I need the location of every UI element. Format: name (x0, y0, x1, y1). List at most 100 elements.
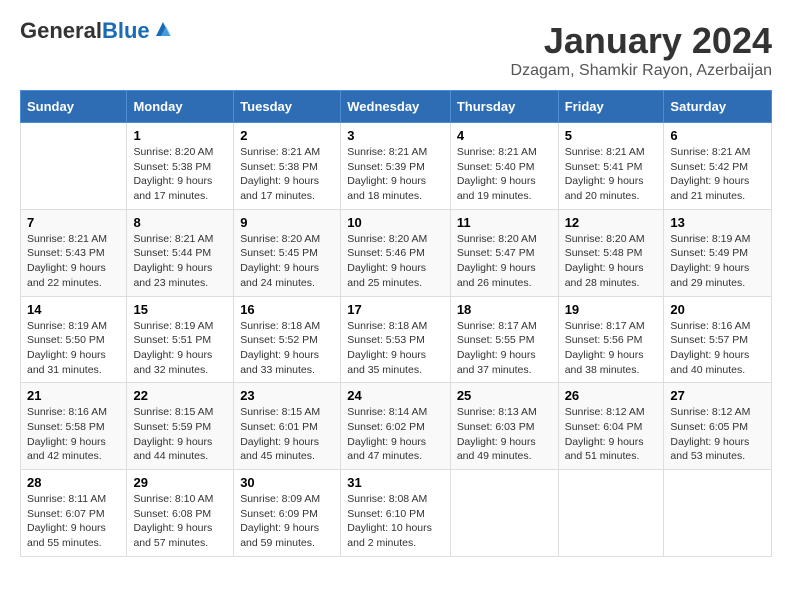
day-info: Sunrise: 8:17 AM Sunset: 5:55 PM Dayligh… (457, 319, 552, 378)
day-info: Sunrise: 8:19 AM Sunset: 5:49 PM Dayligh… (670, 232, 765, 291)
day-info: Sunrise: 8:20 AM Sunset: 5:45 PM Dayligh… (240, 232, 334, 291)
logo: GeneralBlue (20, 20, 174, 42)
weekday-header-thursday: Thursday (450, 91, 558, 123)
day-number: 24 (347, 388, 444, 403)
weekday-header-wednesday: Wednesday (341, 91, 451, 123)
calendar-cell: 13 Sunrise: 8:19 AM Sunset: 5:49 PM Dayli… (664, 209, 772, 296)
day-number: 8 (133, 215, 227, 230)
calendar-cell: 19Sunrise: 8:17 AM Sunset: 5:56 PM Dayli… (558, 296, 664, 383)
day-info: Sunrise: 8:15 AM Sunset: 6:01 PM Dayligh… (240, 405, 334, 464)
calendar-cell: 11Sunrise: 8:20 AM Sunset: 5:47 PM Dayli… (450, 209, 558, 296)
calendar-cell (21, 123, 127, 210)
weekday-header-tuesday: Tuesday (234, 91, 341, 123)
day-info: Sunrise: 8:09 AM Sunset: 6:09 PM Dayligh… (240, 492, 334, 551)
day-number: 23 (240, 388, 334, 403)
calendar-cell: 31 Sunrise: 8:08 AM Sunset: 6:10 PM Dayli… (341, 470, 451, 557)
day-number: 1 (133, 128, 227, 143)
day-number: 20 (670, 302, 765, 317)
day-number: 16 (240, 302, 334, 317)
day-number: 27 (670, 388, 765, 403)
calendar-cell: 1 Sunrise: 8:20 AM Sunset: 5:38 PM Daylig… (127, 123, 234, 210)
day-number: 4 (457, 128, 552, 143)
day-info: Sunrise: 8:21 AM Sunset: 5:39 PM Dayligh… (347, 145, 444, 204)
day-number: 12 (565, 215, 658, 230)
calendar-cell: 15Sunrise: 8:19 AM Sunset: 5:51 PM Dayli… (127, 296, 234, 383)
calendar-cell: 29 Sunrise: 8:10 AM Sunset: 6:08 PM Dayli… (127, 470, 234, 557)
day-number: 26 (565, 388, 658, 403)
day-info: Sunrise: 8:18 AM Sunset: 5:53 PM Dayligh… (347, 319, 444, 378)
day-info: Sunrise: 8:21 AM Sunset: 5:43 PM Dayligh… (27, 232, 120, 291)
calendar-cell: 2 Sunrise: 8:21 AM Sunset: 5:38 PM Daylig… (234, 123, 341, 210)
calendar-cell: 9Sunrise: 8:20 AM Sunset: 5:45 PM Daylig… (234, 209, 341, 296)
day-number: 28 (27, 475, 120, 490)
day-number: 10 (347, 215, 444, 230)
day-number: 14 (27, 302, 120, 317)
subtitle: Dzagam, Shamkir Rayon, Azerbaijan (511, 62, 772, 80)
day-info: Sunrise: 8:14 AM Sunset: 6:02 PM Dayligh… (347, 405, 444, 464)
day-info: Sunrise: 8:21 AM Sunset: 5:41 PM Dayligh… (565, 145, 658, 204)
day-info: Sunrise: 8:15 AM Sunset: 5:59 PM Dayligh… (133, 405, 227, 464)
calendar-cell: 24 Sunrise: 8:14 AM Sunset: 6:02 PM Dayli… (341, 383, 451, 470)
day-info: Sunrise: 8:10 AM Sunset: 6:08 PM Dayligh… (133, 492, 227, 551)
calendar-cell: 14 Sunrise: 8:19 AM Sunset: 5:50 PM Dayli… (21, 296, 127, 383)
day-info: Sunrise: 8:21 AM Sunset: 5:44 PM Dayligh… (133, 232, 227, 291)
main-title: January 2024 (511, 20, 772, 62)
day-info: Sunrise: 8:20 AM Sunset: 5:47 PM Dayligh… (457, 232, 552, 291)
calendar-cell (450, 470, 558, 557)
day-number: 31 (347, 475, 444, 490)
calendar-cell: 17Sunrise: 8:18 AM Sunset: 5:53 PM Dayli… (341, 296, 451, 383)
day-info: Sunrise: 8:16 AM Sunset: 5:57 PM Dayligh… (670, 319, 765, 378)
calendar-cell: 16 Sunrise: 8:18 AM Sunset: 5:52 PM Dayli… (234, 296, 341, 383)
calendar-cell: 30 Sunrise: 8:09 AM Sunset: 6:09 PM Dayli… (234, 470, 341, 557)
day-number: 7 (27, 215, 120, 230)
day-number: 2 (240, 128, 334, 143)
day-number: 5 (565, 128, 658, 143)
day-number: 19 (565, 302, 658, 317)
logo-blue: Blue (102, 18, 150, 43)
weekday-header-monday: Monday (127, 91, 234, 123)
calendar-cell: 28 Sunrise: 8:11 AM Sunset: 6:07 PM Dayli… (21, 470, 127, 557)
day-number: 6 (670, 128, 765, 143)
day-info: Sunrise: 8:18 AM Sunset: 5:52 PM Dayligh… (240, 319, 334, 378)
calendar-cell: 25 Sunrise: 8:13 AM Sunset: 6:03 PM Dayli… (450, 383, 558, 470)
weekday-header-sunday: Sunday (21, 91, 127, 123)
calendar-cell: 8 Sunrise: 8:21 AM Sunset: 5:44 PM Daylig… (127, 209, 234, 296)
logo-text: GeneralBlue (20, 20, 150, 42)
day-info: Sunrise: 8:12 AM Sunset: 6:05 PM Dayligh… (670, 405, 765, 464)
day-number: 21 (27, 388, 120, 403)
calendar-cell: 3 Sunrise: 8:21 AM Sunset: 5:39 PM Daylig… (341, 123, 451, 210)
day-info: Sunrise: 8:08 AM Sunset: 6:10 PM Dayligh… (347, 492, 444, 551)
day-number: 29 (133, 475, 227, 490)
weekday-header-friday: Friday (558, 91, 664, 123)
calendar-cell: 6Sunrise: 8:21 AM Sunset: 5:42 PM Daylig… (664, 123, 772, 210)
calendar-cell: 7 Sunrise: 8:21 AM Sunset: 5:43 PM Daylig… (21, 209, 127, 296)
calendar-cell: 26 Sunrise: 8:12 AM Sunset: 6:04 PM Dayli… (558, 383, 664, 470)
day-number: 30 (240, 475, 334, 490)
calendar-cell: 4Sunrise: 8:21 AM Sunset: 5:40 PM Daylig… (450, 123, 558, 210)
day-info: Sunrise: 8:19 AM Sunset: 5:51 PM Dayligh… (133, 319, 227, 378)
calendar-cell: 22Sunrise: 8:15 AM Sunset: 5:59 PM Dayli… (127, 383, 234, 470)
calendar-cell: 23 Sunrise: 8:15 AM Sunset: 6:01 PM Dayli… (234, 383, 341, 470)
day-info: Sunrise: 8:13 AM Sunset: 6:03 PM Dayligh… (457, 405, 552, 464)
day-info: Sunrise: 8:19 AM Sunset: 5:50 PM Dayligh… (27, 319, 120, 378)
day-number: 13 (670, 215, 765, 230)
day-info: Sunrise: 8:11 AM Sunset: 6:07 PM Dayligh… (27, 492, 120, 551)
day-info: Sunrise: 8:12 AM Sunset: 6:04 PM Dayligh… (565, 405, 658, 464)
logo-general: General (20, 18, 102, 43)
day-info: Sunrise: 8:20 AM Sunset: 5:38 PM Dayligh… (133, 145, 227, 204)
calendar-cell: 27 Sunrise: 8:12 AM Sunset: 6:05 PM Dayli… (664, 383, 772, 470)
calendar-week-row: 7 Sunrise: 8:21 AM Sunset: 5:43 PM Daylig… (21, 209, 772, 296)
calendar-cell: 5 Sunrise: 8:21 AM Sunset: 5:41 PM Daylig… (558, 123, 664, 210)
weekday-header-saturday: Saturday (664, 91, 772, 123)
day-number: 18 (457, 302, 552, 317)
calendar-cell: 21 Sunrise: 8:16 AM Sunset: 5:58 PM Dayli… (21, 383, 127, 470)
day-info: Sunrise: 8:20 AM Sunset: 5:48 PM Dayligh… (565, 232, 658, 291)
day-number: 3 (347, 128, 444, 143)
day-info: Sunrise: 8:20 AM Sunset: 5:46 PM Dayligh… (347, 232, 444, 291)
day-info: Sunrise: 8:16 AM Sunset: 5:58 PM Dayligh… (27, 405, 120, 464)
calendar-table: SundayMondayTuesdayWednesdayThursdayFrid… (20, 90, 772, 557)
day-number: 25 (457, 388, 552, 403)
title-area: January 2024 Dzagam, Shamkir Rayon, Azer… (511, 20, 772, 80)
day-info: Sunrise: 8:21 AM Sunset: 5:38 PM Dayligh… (240, 145, 334, 204)
calendar-week-row: 1 Sunrise: 8:20 AM Sunset: 5:38 PM Daylig… (21, 123, 772, 210)
